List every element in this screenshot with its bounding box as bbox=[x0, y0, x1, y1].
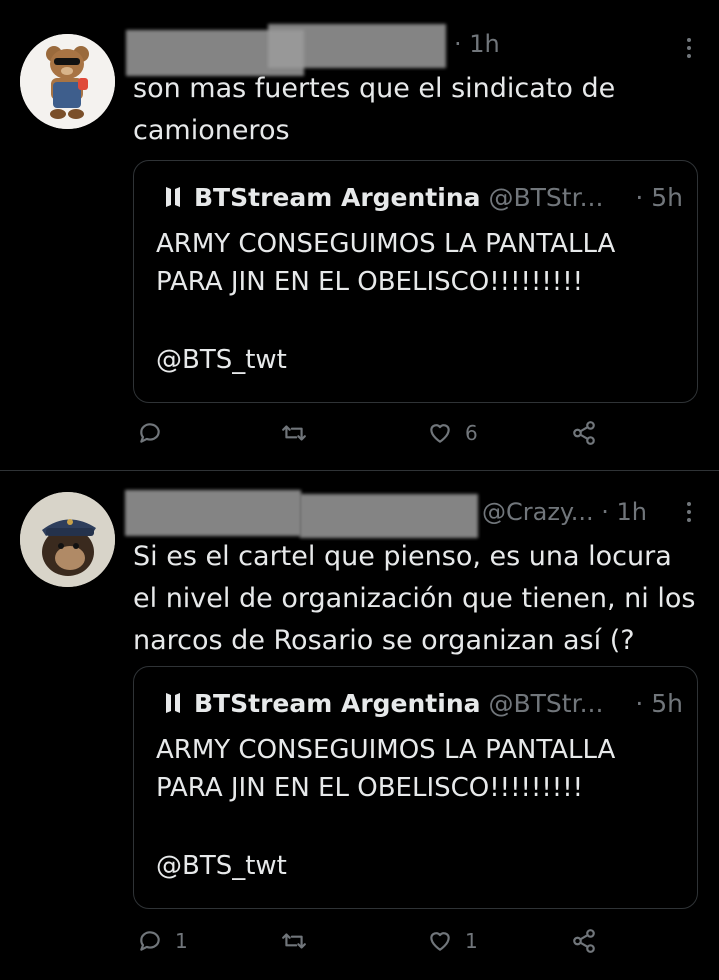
more-options-icon[interactable] bbox=[687, 502, 691, 526]
quoted-tweet[interactable]: BTStream Argentina @BTStr... · 5h ARMY CO… bbox=[133, 666, 698, 909]
tweet-text: Si es el cartel que pienso, es una locur… bbox=[133, 541, 696, 656]
quoted-display-name[interactable]: BTStream Argentina bbox=[194, 689, 481, 718]
heart-icon bbox=[430, 932, 450, 951]
reply-icon bbox=[140, 423, 160, 443]
reply-button[interactable]: 1 bbox=[137, 928, 188, 954]
like-button[interactable]: 1 bbox=[427, 928, 478, 954]
quoted-mention[interactable]: @BTS_twt bbox=[156, 345, 287, 375]
tweet-divider bbox=[0, 470, 719, 471]
tweet-actions: 6 bbox=[133, 420, 613, 450]
teddy-bear-avatar[interactable] bbox=[20, 34, 115, 129]
quoted-handle[interactable]: @BTStr... bbox=[489, 689, 604, 718]
tweet-text: son mas fuertes que el sindicato de cami… bbox=[133, 73, 616, 146]
quoted-display-name[interactable]: BTStream Argentina bbox=[194, 183, 481, 212]
tweet-actions: 1 1 bbox=[133, 928, 613, 958]
retweet-button[interactable] bbox=[281, 928, 319, 954]
like-button[interactable]: 6 bbox=[427, 420, 478, 446]
more-options-icon[interactable] bbox=[687, 38, 691, 62]
tweet-2[interactable]: @Crazy... · 1h Si es el cartel que piens… bbox=[0, 472, 719, 980]
like-count: 1 bbox=[465, 929, 478, 953]
quoted-tweet[interactable]: BTStream Argentina @BTStr... · 5h ARMY CO… bbox=[133, 160, 698, 403]
quoted-text: ARMY CONSEGUIMOS LA PANTALLA PARA JIN EN… bbox=[156, 735, 616, 803]
tweet-1[interactable]: · 1h son mas fuertes que el sindicato de… bbox=[0, 0, 719, 470]
share-button[interactable] bbox=[571, 928, 597, 954]
bts-logo-icon bbox=[164, 691, 182, 720]
tweet-timestamp[interactable]: · 1h bbox=[601, 498, 647, 526]
like-count: 6 bbox=[465, 421, 478, 445]
share-icon bbox=[573, 421, 595, 445]
bts-logo-icon bbox=[164, 185, 182, 214]
tweet-timestamp[interactable]: · 1h bbox=[454, 30, 500, 58]
tweet-handle[interactable]: @Crazy... bbox=[482, 498, 594, 526]
reply-count: 1 bbox=[175, 929, 188, 953]
reply-button[interactable] bbox=[137, 420, 175, 446]
redacted-display-name bbox=[125, 490, 301, 536]
redacted-username bbox=[268, 24, 446, 68]
redacted-username-prefix bbox=[300, 494, 478, 538]
reply-icon bbox=[140, 931, 160, 951]
ape-avatar[interactable] bbox=[20, 492, 115, 587]
share-button[interactable] bbox=[571, 420, 597, 446]
tweet-handle-and-time[interactable]: @Crazy... · 1h bbox=[482, 498, 647, 526]
retweet-button[interactable] bbox=[281, 420, 319, 446]
quoted-handle[interactable]: @BTStr... bbox=[489, 183, 604, 212]
retweet-icon bbox=[282, 933, 306, 949]
quoted-timestamp[interactable]: · 5h bbox=[635, 183, 683, 212]
retweet-icon bbox=[282, 425, 306, 441]
quoted-mention[interactable]: @BTS_twt bbox=[156, 851, 287, 881]
share-icon bbox=[573, 929, 595, 953]
quoted-timestamp[interactable]: · 5h bbox=[635, 689, 683, 718]
quoted-text: ARMY CONSEGUIMOS LA PANTALLA PARA JIN EN… bbox=[156, 229, 616, 297]
heart-icon bbox=[430, 424, 450, 443]
